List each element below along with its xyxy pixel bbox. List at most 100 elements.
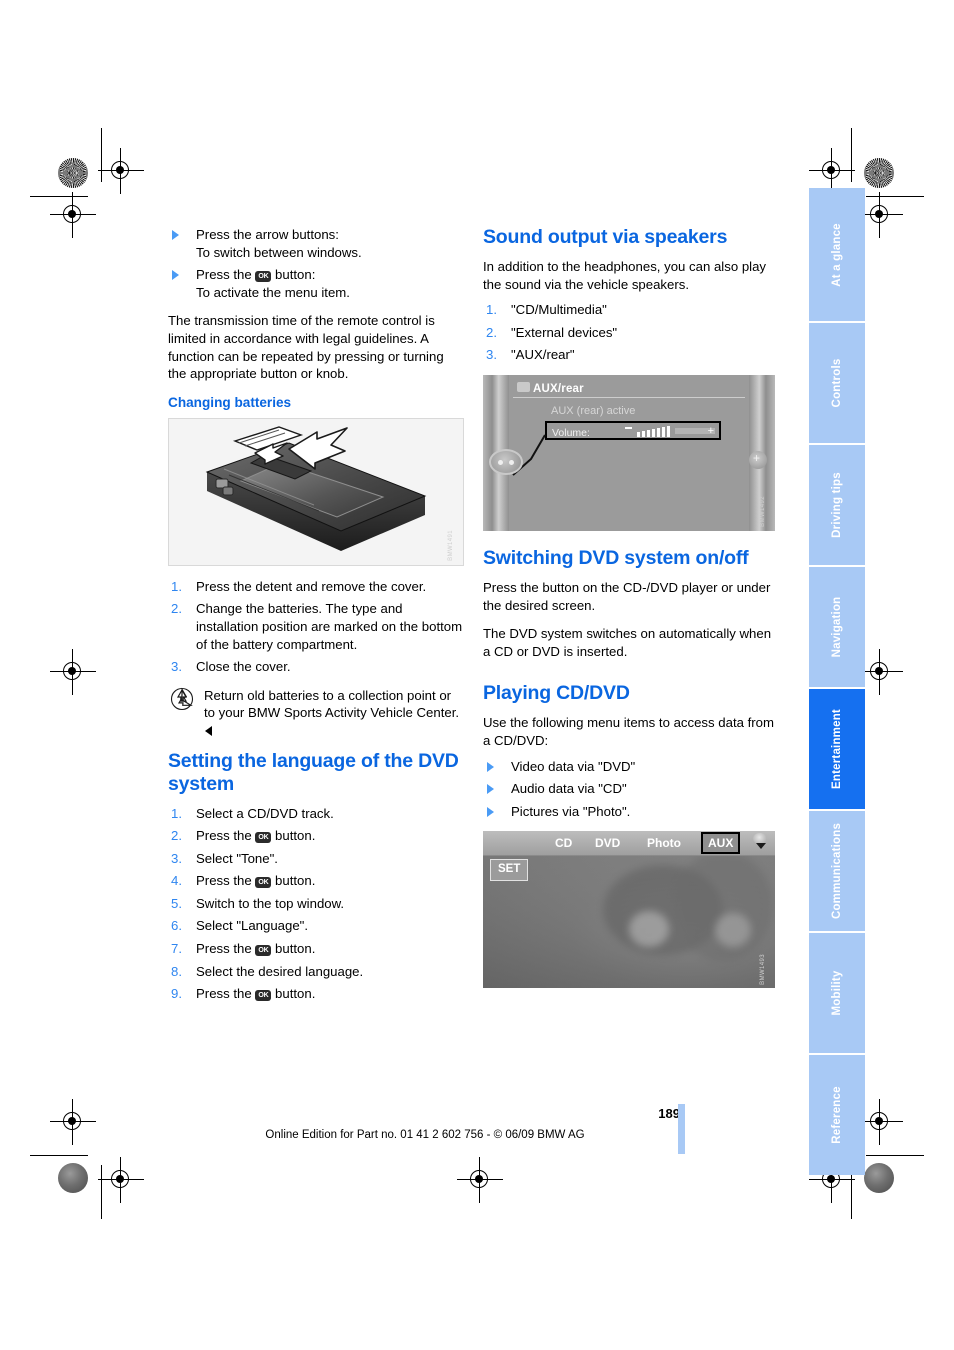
arrow-button-bullets: Press the arrow buttons: To switch betwe…	[168, 226, 464, 301]
playing-cd-dvd-bullets: Video data via "DVD" Audio data via "CD"…	[483, 758, 779, 821]
triangle-bullet-icon	[172, 270, 179, 281]
step-number: 7.	[171, 941, 182, 957]
sidebar-item-controls[interactable]: Controls	[809, 323, 865, 443]
footer-text-wrapper: Online Edition for Part no. 01 41 2 602 …	[0, 1129, 954, 1141]
ok-button-icon: OK	[255, 271, 272, 283]
chapter-index-tabs: At a glance Controls Driving tips Naviga…	[809, 188, 865, 1177]
sidebar-item-mobility[interactable]: Mobility	[809, 933, 865, 1053]
sidebar-item-entertainment[interactable]: Entertainment	[809, 689, 865, 809]
menu-item-photo[interactable]: Photo	[647, 835, 681, 853]
trim-line-top-right-v	[851, 128, 852, 182]
page-number: 189	[658, 1106, 680, 1121]
sound-output-paragraph: In addition to the headphones, you can a…	[483, 259, 767, 292]
registration-mark-top-right-a	[809, 148, 855, 194]
bullet-text: Audio data via "CD"	[511, 781, 627, 797]
step-number: 3.	[486, 347, 497, 363]
step-text-pre: Press the	[196, 828, 256, 844]
cd-dvd-menu-screen-figure: CD DVD Photo AUX SET BMW1493	[483, 831, 775, 989]
step-number: 2.	[171, 828, 182, 844]
screen-right-button[interactable]	[749, 450, 767, 469]
step-text-post: button.	[271, 828, 316, 844]
triangle-bullet-icon	[487, 784, 494, 795]
list-item: Press the arrow buttons: To switch betwe…	[168, 226, 464, 261]
recycling-note: Return old batteries to a collection poi…	[168, 687, 464, 740]
trim-line-right-top-h	[866, 196, 924, 197]
transmission-paragraph: The transmission time of the remote cont…	[168, 313, 444, 382]
sidebar-item-label: At a glance	[831, 222, 843, 287]
step-number: 1.	[486, 302, 497, 318]
setting-language-steps: 1. Select a CD/DVD track. 2. Press the OK …	[168, 805, 464, 1003]
list-item: Pictures via "Photo".	[483, 803, 779, 821]
step-number: 4.	[171, 873, 182, 889]
trim-line-left-top-h	[30, 196, 88, 197]
list-item: 2. Press the OK button.	[168, 827, 464, 845]
trim-line-bottom-left-v	[101, 1165, 102, 1219]
triangle-bullet-icon	[172, 230, 179, 240]
sidebar-item-label: Navigation	[831, 596, 843, 658]
set-button[interactable]: SET	[490, 859, 529, 881]
print-rosette-top-right	[864, 158, 894, 188]
figure-reference-code: BMW1492	[760, 496, 767, 527]
sidebar-item-at-a-glance[interactable]: At a glance	[809, 188, 865, 321]
list-item: 9. Press the OK button.	[168, 985, 464, 1003]
sidebar-item-driving-tips[interactable]: Driving tips	[809, 445, 865, 565]
ok-button-icon: OK	[255, 832, 272, 844]
step-number: 2.	[171, 601, 182, 617]
menu-item-aux-selected[interactable]: AUX	[701, 832, 741, 855]
step-number: 2.	[486, 324, 497, 340]
changing-batteries-heading: Changing batteries	[168, 394, 292, 410]
step-text: "External devices"	[511, 324, 618, 340]
step-text: Select "Tone".	[196, 850, 278, 866]
step-number: 1.	[171, 805, 182, 821]
sidebar-item-communications[interactable]: Communications	[809, 811, 865, 931]
print-rosette-top-left	[58, 158, 88, 188]
triangle-bullet-icon	[487, 806, 494, 817]
back-arrow-icon	[205, 725, 212, 736]
menu-item-cd[interactable]: CD	[555, 835, 572, 853]
aux-rear-screen-figure: AUX/rear AUX (rear) active Volume: + + B…	[483, 374, 775, 531]
step-number: 8.	[171, 963, 182, 979]
bullet-text: Video data via "DVD"	[511, 758, 636, 774]
sidebar-item-reference[interactable]: Reference	[809, 1055, 865, 1175]
sidebar-item-label: Mobility	[831, 970, 843, 1016]
list-item: 6. Select "Language".	[168, 917, 464, 935]
list-item: Audio data via "CD"	[483, 780, 779, 798]
step-text-post: button.	[271, 986, 316, 1002]
manual-page: Press the arrow buttons: To switch betwe…	[0, 0, 954, 1350]
idrive-controller-knob[interactable]	[489, 448, 523, 475]
bullet-line-1-post: button:	[271, 267, 316, 283]
step-text: Select the desired language.	[196, 963, 364, 979]
trim-line-top-left-v	[101, 128, 102, 182]
source-menu-bar: CD DVD Photo AUX	[483, 831, 775, 857]
list-item: 1. Press the detent and remove the cover.	[168, 578, 464, 596]
setting-language-heading: Setting the language of the DVD system	[168, 749, 459, 795]
remote-control-illustration: BMW1491	[168, 417, 464, 566]
step-text-post: button.	[271, 873, 316, 889]
sidebar-item-label: Driving tips	[831, 472, 843, 538]
print-density-patch-bottom-right	[864, 1163, 894, 1193]
switching-dvd-paragraph-1: Press the button on the CD-/DVD player o…	[483, 579, 771, 613]
right-column: Sound output via speakers In addition to…	[483, 226, 779, 1000]
chevron-down-icon[interactable]	[751, 833, 769, 853]
trim-line-bottom-left-h	[30, 1155, 88, 1156]
menu-item-dvd[interactable]: DVD	[595, 835, 620, 853]
sidebar-item-navigation[interactable]: Navigation	[809, 567, 865, 687]
left-column: Press the arrow buttons: To switch betwe…	[168, 226, 464, 1014]
bullet-line-2: To activate the menu item.	[196, 284, 350, 300]
ok-button-icon: OK	[255, 990, 272, 1002]
registration-mark-left-upper	[50, 192, 96, 238]
footer-text: Online Edition for Part no. 01 41 2 602 …	[265, 1129, 585, 1141]
step-number: 3.	[171, 659, 182, 675]
playing-cd-dvd-paragraph: Use the following menu items to access d…	[483, 715, 774, 748]
list-item: 2. Change the batteries. The type and ins…	[168, 600, 464, 653]
figure-reference-code: BMW1493	[760, 953, 767, 985]
step-text: Press the detent and remove the cover.	[196, 578, 427, 594]
step-number: 3.	[171, 850, 182, 866]
print-density-patch-bottom-left	[58, 1163, 88, 1193]
bullet-line-2: To switch between windows.	[196, 244, 362, 260]
ok-button-icon: OK	[255, 877, 272, 889]
background-still-blob-2	[673, 851, 773, 962]
step-number: 5.	[171, 895, 182, 911]
step-number: 6.	[171, 918, 182, 934]
switching-dvd-paragraph-2: The DVD system switches on automatically…	[483, 626, 772, 659]
